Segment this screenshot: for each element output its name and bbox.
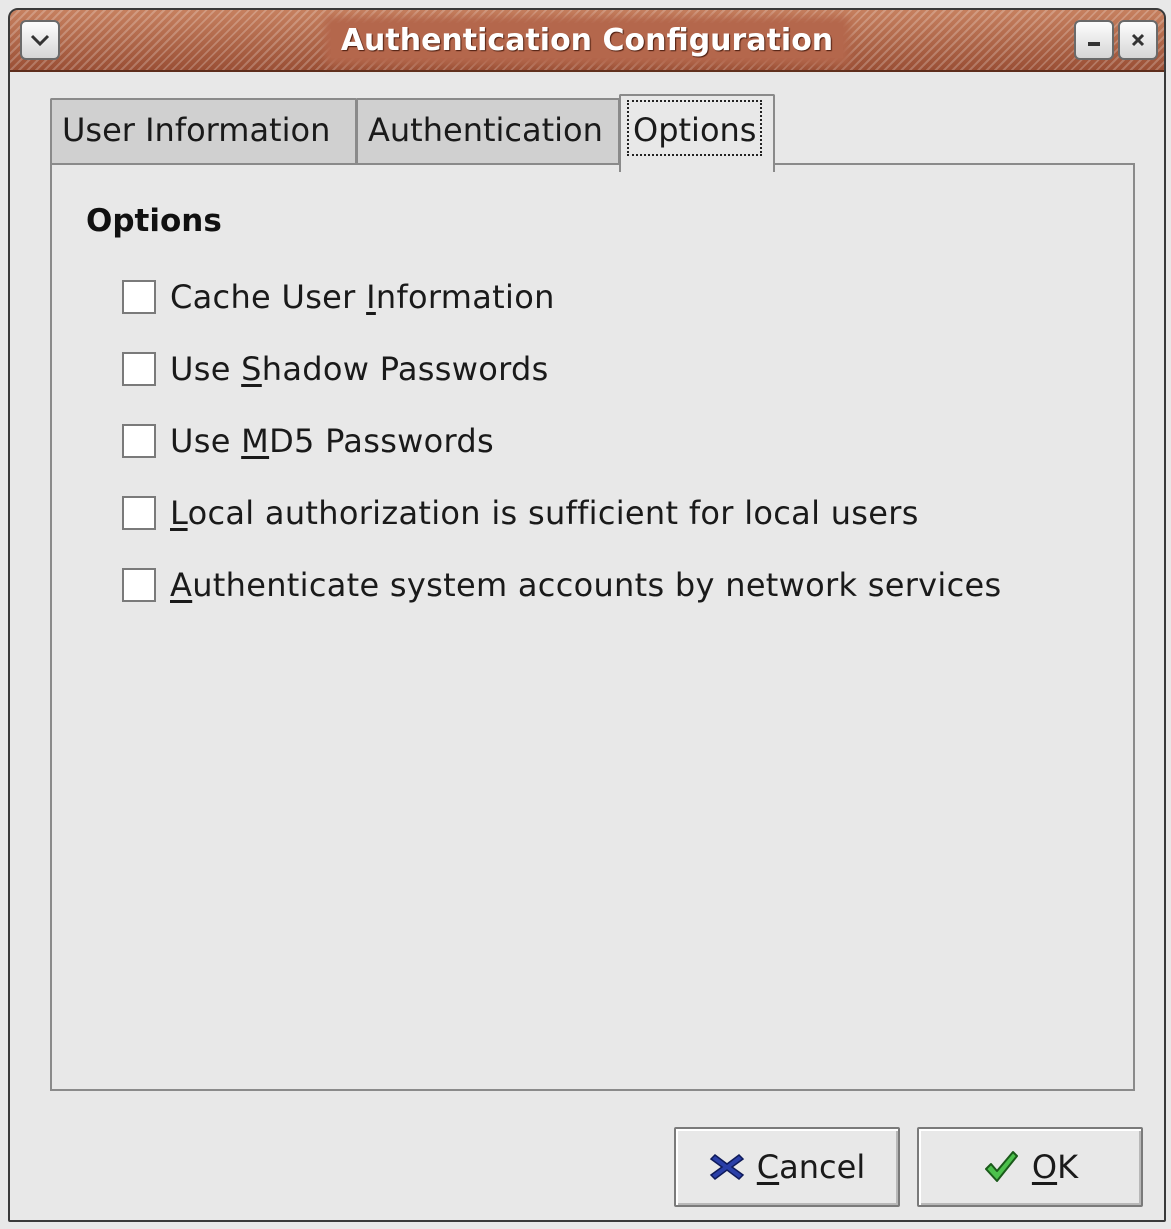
dialog-window: Authentication Configuration User Inform…	[8, 8, 1166, 1222]
titlebar[interactable]: Authentication Configuration	[10, 10, 1164, 72]
tab-label: Options	[627, 100, 763, 156]
window-menu-button[interactable]	[20, 20, 60, 60]
ok-button[interactable]: OK	[917, 1127, 1143, 1207]
tab-label: User Information	[62, 111, 331, 149]
section-title: Options	[86, 203, 222, 239]
window-title: Authentication Configuration	[10, 10, 1164, 70]
local-authorization-option[interactable]: Local authorization is sufficient for lo…	[122, 493, 919, 533]
checkbox-label: Cache User Information	[170, 278, 555, 316]
tab-label: Authentication	[368, 111, 603, 149]
checkbox[interactable]	[122, 496, 156, 530]
minimize-button[interactable]	[1074, 20, 1114, 60]
checkmark-icon	[982, 1149, 1020, 1185]
cancel-x-icon	[709, 1151, 745, 1183]
chevron-down-icon	[30, 34, 50, 47]
checkbox-label: Local authorization is sufficient for lo…	[170, 494, 919, 532]
close-icon	[1131, 33, 1145, 47]
close-button[interactable]	[1118, 20, 1158, 60]
checkbox-label: Authenticate system accounts by network …	[170, 566, 1002, 604]
ok-label: OK	[1031, 1148, 1079, 1186]
minimize-icon	[1088, 42, 1100, 46]
md5-passwords-option[interactable]: Use MD5 Passwords	[122, 421, 494, 461]
checkbox[interactable]	[122, 424, 156, 458]
tab-user-information[interactable]: User Information	[50, 98, 357, 164]
checkbox-label: Use MD5 Passwords	[170, 422, 494, 460]
shadow-passwords-option[interactable]: Use Shadow Passwords	[122, 349, 549, 389]
tab-options[interactable]: Options	[619, 94, 775, 172]
checkbox[interactable]	[122, 280, 156, 314]
cancel-button[interactable]: Cancel	[674, 1127, 900, 1207]
options-panel: Options Cache User Information Use Shado…	[50, 163, 1135, 1091]
tab-authentication[interactable]: Authentication	[356, 98, 620, 164]
system-accounts-option[interactable]: Authenticate system accounts by network …	[122, 565, 1001, 605]
cache-user-info-option[interactable]: Cache User Information	[122, 277, 555, 317]
cancel-label: Cancel	[756, 1148, 866, 1186]
checkbox[interactable]	[122, 568, 156, 602]
checkbox-label: Use Shadow Passwords	[170, 350, 549, 388]
checkbox[interactable]	[122, 352, 156, 386]
